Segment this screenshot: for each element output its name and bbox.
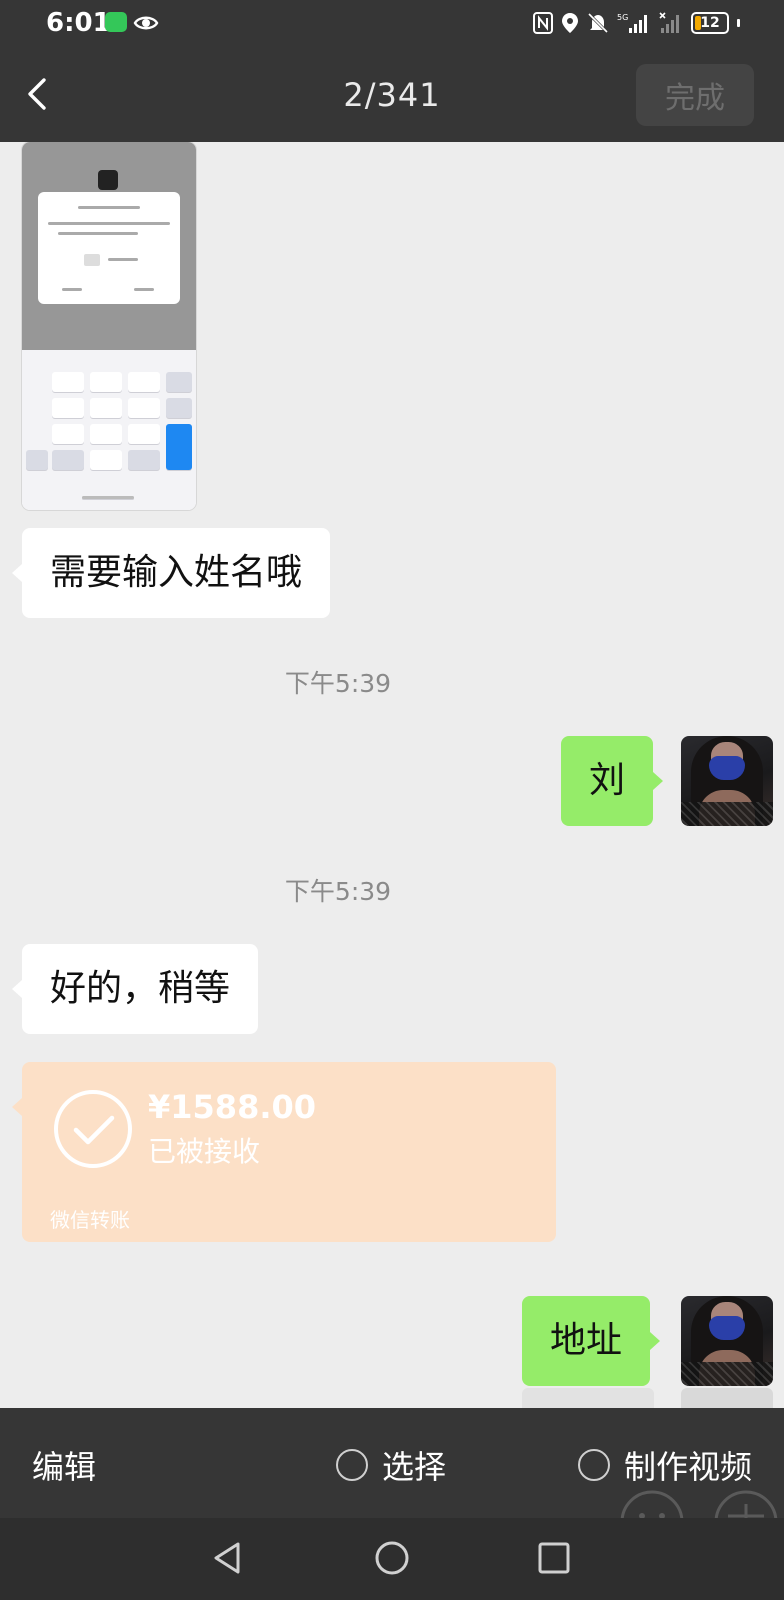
signal-icon	[659, 12, 679, 33]
message-timestamp: 下午5:39	[284, 669, 392, 698]
partial-message-bubble	[522, 1388, 654, 1408]
edit-button[interactable]: 编辑	[32, 1442, 96, 1488]
signal-5g-icon: 5G	[617, 13, 647, 33]
system-nav-bar	[0, 1518, 784, 1600]
message-timestamp: 下午5:39	[284, 877, 392, 906]
mute-bell-icon	[587, 12, 609, 34]
nfc-icon	[533, 12, 553, 34]
wechat-notification-icon	[105, 12, 127, 32]
radio-icon[interactable]	[578, 1449, 610, 1481]
top-bar: 2/341 完成	[0, 46, 784, 142]
message-bubble[interactable]: 好的，稍等	[11, 944, 259, 1034]
location-icon	[562, 13, 578, 33]
app-icon	[98, 170, 118, 190]
keyboard-thumbnail	[22, 350, 196, 510]
image-message[interactable]	[22, 142, 196, 510]
radio-icon[interactable]	[336, 1449, 368, 1481]
message-bubble[interactable]: 地址	[522, 1296, 661, 1386]
chat-area[interactable]: 需要输入姓名哦 下午5:39 刘 下午5:39 好的，稍等 ¥1588.00 已…	[0, 142, 784, 1408]
battery-icon: 12	[691, 12, 729, 34]
check-circle-icon	[54, 1090, 132, 1168]
message-bubble[interactable]: 需要输入姓名哦	[11, 528, 331, 618]
message-bubble[interactable]: 刘	[561, 736, 664, 826]
avatar[interactable]	[681, 1296, 773, 1386]
bottom-action-bar: 编辑 选择 制作视频	[0, 1408, 784, 1522]
nav-back-icon[interactable]	[210, 1540, 246, 1576]
status-icons: 5G 12	[533, 10, 740, 36]
transfer-amount: ¥1588.00	[148, 1088, 317, 1126]
transfer-label: 微信转账	[50, 1208, 130, 1232]
status-time: 6:01	[46, 8, 111, 38]
background-input-icons	[620, 1490, 778, 1522]
eye-icon	[133, 16, 159, 30]
select-label: 选择	[382, 1448, 447, 1486]
avatar[interactable]	[681, 736, 773, 826]
status-bar: 6:01 5G 12	[0, 0, 784, 46]
dialog-thumbnail	[38, 192, 180, 304]
select-option[interactable]: 选择	[336, 1442, 446, 1488]
screen: 6:01 5G 12 2/341 完成 需要输入姓名哦 下午5:39 刘 下午5…	[0, 0, 784, 1600]
battery-level: 12	[700, 15, 720, 31]
transfer-status: 已被接收	[148, 1135, 261, 1168]
done-button[interactable]: 完成	[636, 64, 754, 126]
network-label: 5G	[617, 13, 628, 22]
transfer-card[interactable]: ¥1588.00 已被接收 微信转账	[12, 1062, 556, 1242]
nav-home-icon[interactable]	[374, 1540, 410, 1576]
partial-avatar	[681, 1388, 773, 1408]
nav-recents-icon[interactable]	[536, 1540, 572, 1576]
